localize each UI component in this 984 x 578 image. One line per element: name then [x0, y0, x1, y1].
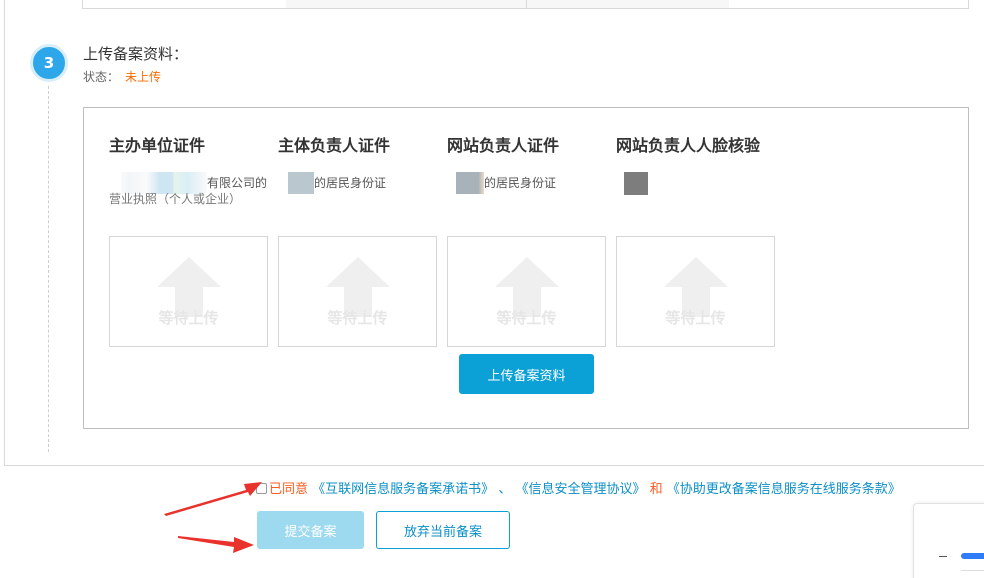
security-agreement-link[interactable]: 《信息安全管理协议》	[515, 482, 645, 497]
document-column-website-manager: 网站负责人证件 的居民身份证 等待上传	[447, 132, 607, 347]
document-column-organizer: 主办单位证件 有限公司的 营业执照（个人或企业） 等待上传	[109, 132, 269, 347]
column-description	[616, 172, 786, 206]
upload-slot[interactable]: 等待上传	[278, 236, 437, 347]
document-column-principal: 主体负责人证件 的居民身份证 等待上传	[278, 132, 438, 347]
agreement-separator: 、	[498, 482, 512, 497]
step-number-badge: 3	[30, 44, 68, 82]
upload-status: 状态： 未上传	[83, 68, 161, 85]
upload-documents-box: 主办单位证件 有限公司的 营业执照（个人或企业） 等待上传 主体负责人证件 的居…	[83, 107, 969, 429]
service-terms-link[interactable]: 《协助更改备案信息服务在线服务条款》	[667, 482, 901, 497]
redacted-mosaic	[288, 172, 314, 194]
previous-table-edge	[82, 0, 969, 9]
commitment-letter-link[interactable]: 《互联网信息服务备案承诺书》	[312, 482, 494, 497]
annotation-arrow-icon	[164, 482, 262, 516]
status-label: 状态：	[83, 70, 120, 84]
annotation-arrow-icon	[178, 536, 254, 553]
column-heading: 网站负责人证件	[447, 136, 560, 155]
widget-bar	[961, 553, 984, 559]
column-description: 的居民身份证	[447, 172, 617, 206]
step-timeline	[48, 86, 49, 452]
column-description: 的居民身份证	[278, 172, 448, 206]
document-column-face-verification: 网站负责人人脸核验 等待上传	[616, 132, 776, 347]
submit-filing-button[interactable]: 提交备案	[257, 511, 364, 549]
upload-slot-text: 等待上传	[158, 309, 219, 327]
upload-slot-text: 等待上传	[327, 309, 388, 327]
agreement-and: 和	[649, 482, 663, 497]
page: 3 上传备案资料： 状态： 未上传 主办单位证件 有限公司的 营业执照（个人或企业…	[0, 0, 984, 578]
upload-slot[interactable]: 等待上传	[109, 236, 268, 347]
column-description: 有限公司的 营业执照（个人或企业）	[109, 172, 279, 206]
agreement-row: 已同意 《互联网信息服务备案承诺书》 、 《信息安全管理协议》 和 《协助更改备…	[256, 478, 901, 497]
upload-slot-text: 等待上传	[665, 309, 726, 327]
column-heading: 主办单位证件	[109, 136, 206, 155]
column-heading: 主体负责人证件	[278, 136, 391, 155]
upload-slot[interactable]: 等待上传	[616, 236, 775, 347]
step-title: 上传备案资料：	[83, 45, 189, 63]
status-value: 未上传	[125, 70, 162, 84]
minimize-icon[interactable]	[939, 556, 947, 557]
agreement-prefix: 已同意	[269, 482, 309, 497]
abandon-filing-button[interactable]: 放弃当前备案	[376, 511, 510, 549]
upload-slot-text: 等待上传	[496, 309, 557, 327]
upload-slot[interactable]: 等待上传	[447, 236, 606, 347]
floating-widget[interactable]	[913, 503, 984, 578]
column-heading: 网站负责人人脸核验	[616, 136, 761, 155]
redacted-mosaic	[624, 172, 648, 195]
upload-materials-button[interactable]: 上传备案资料	[459, 354, 594, 394]
redacted-mosaic	[456, 172, 484, 194]
